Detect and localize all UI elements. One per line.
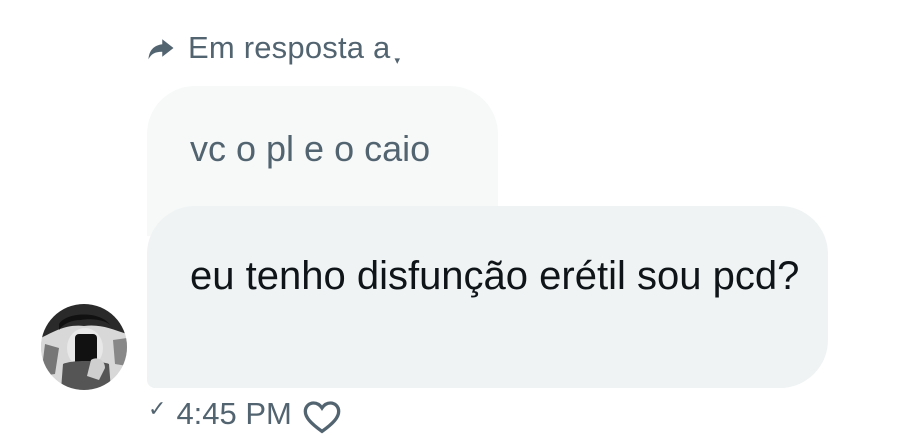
chevron-down-icon: ▾ [394,54,400,67]
check-icon: ✓ [148,396,167,421]
message-timestamp: 4:45 PM [176,396,292,431]
reply-context-label: Em resposta a [188,30,391,65]
reply-context[interactable]: Em resposta a ▾ [146,28,400,68]
message-bubble[interactable]: eu tenho disfunção erétil sou pcd? [147,206,828,388]
message-meta: ✓ 4:45 PM [148,398,342,438]
heart-icon[interactable] [302,398,342,438]
message-text: eu tenho disfunção erétil sou pcd? [190,254,800,298]
quoted-message-text: vc o pl e o caio [190,128,431,169]
reply-arrow-icon [146,33,176,63]
avatar[interactable] [41,304,127,390]
